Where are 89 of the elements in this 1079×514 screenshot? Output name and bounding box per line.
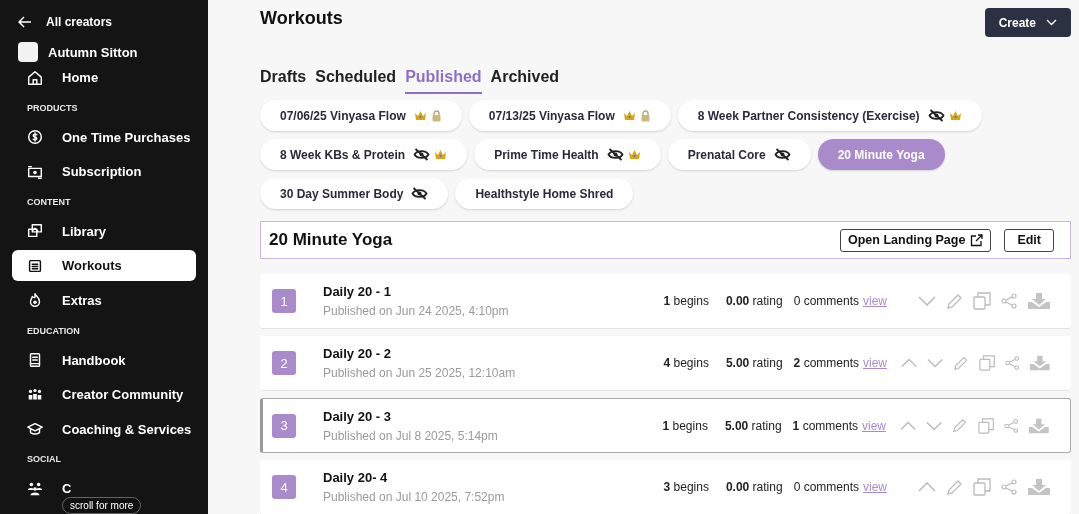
rating: 0.00 rating xyxy=(725,480,783,494)
copy-icon[interactable] xyxy=(973,292,991,310)
creator-name: Autumn Sitton xyxy=(48,44,138,60)
chevron-up-icon[interactable] xyxy=(901,358,918,368)
program-chip[interactable]: 07/06/25 Vinyasa Flow xyxy=(260,100,462,131)
download-icon[interactable] xyxy=(1027,292,1051,310)
tab[interactable]: Published xyxy=(405,68,482,94)
publish-date: Published on Jul 10 2025, 7:52pm xyxy=(323,490,506,504)
download-icon[interactable] xyxy=(1028,416,1050,435)
tab[interactable]: Drafts xyxy=(260,68,307,92)
section-heading: CONTENT xyxy=(26,195,72,209)
begins-count: 4 begins xyxy=(662,356,709,370)
program-chip[interactable]: 8 Week KBs & Protein xyxy=(260,139,468,170)
program-chip[interactable]: 30 Day Summer Body xyxy=(260,178,449,209)
nav-item[interactable]: Subscription xyxy=(12,156,196,188)
chevron-down-icon[interactable] xyxy=(918,296,936,306)
comments-count: 0 comments xyxy=(793,480,859,494)
edit-button[interactable]: Edit xyxy=(1004,228,1054,252)
order-number: 4 xyxy=(272,475,296,499)
pencil-icon[interactable] xyxy=(946,478,963,496)
workout-row[interactable]: 3 Daily 20 - 3 Published on Jul 8 2025, 5:14pm 1 begins 5.00 rating 1 comments view xyxy=(260,398,1071,453)
dollar-icon xyxy=(26,128,44,147)
chevron-down-icon[interactable] xyxy=(927,358,944,368)
begins-count: 1 begins xyxy=(662,294,709,308)
creator-avatar xyxy=(18,42,38,62)
pencil-icon[interactable] xyxy=(946,292,963,310)
chevron-down-icon[interactable] xyxy=(926,420,943,431)
page-title: Workouts xyxy=(260,8,343,29)
create-button[interactable]: Create xyxy=(984,8,1071,37)
workout-title: Daily 20 - 2 xyxy=(323,346,392,361)
workout-title: Daily 20 - 1 xyxy=(323,284,392,299)
program-title: 20 Minute Yoga xyxy=(269,230,394,250)
back-arrow-icon xyxy=(18,16,32,28)
program-chip[interactable]: 07/13/25 Vinyasa Flow xyxy=(468,100,671,131)
nav-item[interactable]: One Time Purchases xyxy=(12,121,196,153)
rating: 5.00 rating xyxy=(725,356,783,370)
back-link[interactable]: All creators xyxy=(12,12,196,32)
program-chip[interactable]: Prime Time Health xyxy=(474,139,661,170)
workout-row[interactable]: 2 Daily 20 - 2 Published on Jun 25 2025, 12:10am 4 begins 5.00 rating 2 comments view xyxy=(260,336,1071,391)
tab[interactable]: Archived xyxy=(490,68,560,92)
workout-row[interactable]: 1 Daily 20 - 1 Published on Jun 24 2025, 4:10pm 1 begins 0.00 rating 0 comments view xyxy=(260,274,1071,329)
rating: 0.00 rating xyxy=(725,294,783,308)
caret-icon xyxy=(1046,19,1057,26)
publish-date: Published on Jun 25 2025, 12:10am xyxy=(323,366,517,380)
order-number: 3 xyxy=(272,413,296,438)
chevron-up-icon[interactable] xyxy=(900,420,917,431)
order-number: 2 xyxy=(272,351,296,375)
nav-item[interactable]: Home xyxy=(12,62,196,93)
workout-title: Daily 20 - 3 xyxy=(323,408,392,424)
download-icon[interactable] xyxy=(1027,478,1051,496)
order-number: 1 xyxy=(272,289,296,313)
publish-date: Published on Jun 24 2025, 4:10pm xyxy=(323,304,510,318)
program-chip[interactable]: 8 Week Partner Consistency (Exercise) xyxy=(677,100,982,131)
program-chip[interactable]: Prenatal Core xyxy=(667,139,811,170)
section-heading: EDUCATION xyxy=(26,324,81,338)
pencil-icon[interactable] xyxy=(952,417,968,434)
nav-item[interactable]: Coaching & Services xyxy=(12,413,196,445)
section-heading: PRODUCTS xyxy=(26,101,79,115)
nav-item[interactable]: Workouts xyxy=(12,250,196,282)
home-icon xyxy=(26,68,44,87)
pencil-icon[interactable] xyxy=(953,354,969,372)
copy-icon[interactable] xyxy=(973,478,991,496)
nav-item[interactable]: Extras xyxy=(12,284,196,316)
comments-count: 1 comments xyxy=(792,418,858,433)
rating: 5.00 rating xyxy=(724,418,782,433)
share-icon[interactable] xyxy=(1003,417,1019,434)
tab[interactable]: Scheduled xyxy=(315,68,397,92)
copy-icon[interactable] xyxy=(978,354,995,372)
open-landing-page-button[interactable]: Open Landing Page xyxy=(840,228,992,252)
share-icon[interactable] xyxy=(1001,293,1017,309)
scroll-hint: scroll for more xyxy=(62,497,142,514)
comments-count: 2 comments xyxy=(793,356,859,370)
copy-icon[interactable] xyxy=(977,416,994,435)
program-chip[interactable]: Healthstyle Home Shred xyxy=(455,178,634,209)
nav-item[interactable]: Creator Community xyxy=(12,379,196,411)
chevron-up-icon[interactable] xyxy=(918,482,936,492)
comments-count: 0 comments xyxy=(793,294,859,308)
begins-count: 1 begins xyxy=(661,418,708,433)
nav-item[interactable]: Handbook xyxy=(12,344,196,376)
publish-date: Published on Jul 8 2025, 5:14pm xyxy=(323,428,499,443)
workout-title: Daily 20- 4 xyxy=(323,470,389,485)
workout-row[interactable]: 4 Daily 20- 4 Published on Jul 10 2025, 7:52pm 3 begins 0.00 rating 0 comments view xyxy=(260,460,1071,514)
external-link-icon xyxy=(970,233,984,247)
share-icon[interactable] xyxy=(1004,355,1020,371)
nav-item[interactable]: Library xyxy=(12,215,196,247)
share-icon[interactable] xyxy=(1001,479,1017,495)
section-heading: SOCIAL xyxy=(26,453,62,467)
begins-count: 3 begins xyxy=(662,480,709,494)
download-icon[interactable] xyxy=(1029,354,1051,372)
